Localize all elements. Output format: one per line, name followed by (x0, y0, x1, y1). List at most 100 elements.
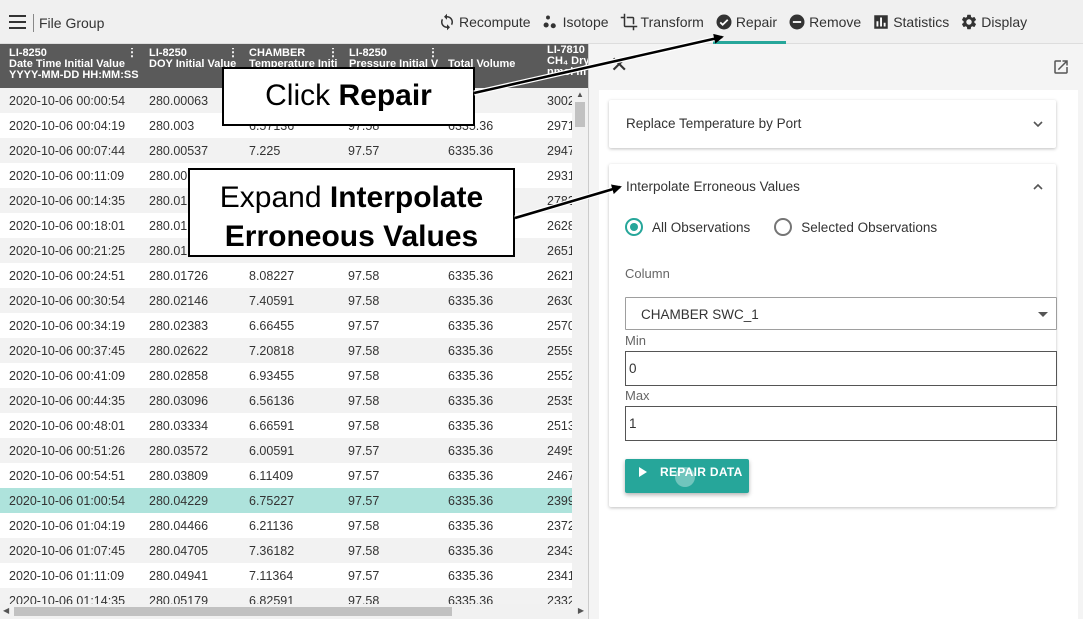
cell-total-volume: 6335.36 (448, 369, 494, 383)
menu-recompute[interactable]: Recompute (436, 0, 540, 44)
top-toolbar: File Group Recompute Isotope Transform R… (0, 0, 1083, 44)
min-label: Min (625, 333, 646, 348)
close-icon[interactable]: ✕ (610, 54, 628, 76)
cell-datetime: 2020-10-06 00:11:09 (9, 169, 125, 183)
cell-pressure: 97.58 (348, 544, 380, 558)
cell-ch4: 2372 (547, 519, 572, 533)
table-row[interactable]: 2020-10-06 01:00:54 280.04229 6.75227 97.57… (0, 488, 572, 513)
cell-pressure: 97.58 (348, 369, 380, 383)
card-replace-temperature[interactable]: Replace Temperature by Port (609, 100, 1056, 148)
cell-datetime: 2020-10-06 00:04:19 (9, 119, 126, 133)
table-row[interactable]: 2020-10-06 00:51:26 280.03572 6.00591 97.57… (0, 438, 572, 463)
table-body: 2020-10-06 00:00:54280.000633630022020-1… (0, 88, 572, 613)
cell-total-volume: 6335.36 (448, 344, 494, 358)
table-row[interactable]: 2020-10-06 00:54:51 280.03809 6.11409 97.57… (0, 463, 572, 488)
refresh-icon (441, 13, 453, 31)
radio-all-observations[interactable] (625, 218, 643, 236)
menu-remove-label: Remove (809, 14, 862, 30)
table-row[interactable]: 2020-10-06 00:44:35 280.03096 6.56136 97.58… (0, 388, 572, 413)
cell-doy: 280.04705 (149, 544, 209, 558)
table-row[interactable]: 2020-10-06 00:24:51 280.01726 8.08227 97.58… (0, 263, 572, 288)
cell-datetime: 2020-10-06 01:04:19 (9, 519, 126, 533)
column-menu-icon[interactable]: ⋮ (126, 48, 138, 58)
menu-isotope[interactable]: Isotope (540, 0, 618, 44)
repair-data-button[interactable]: REPAIR DATA (625, 459, 749, 493)
bar-chart-icon (874, 15, 888, 29)
callout-bold: Repair (338, 79, 432, 112)
cell-total-volume: 6335.36 (448, 319, 494, 333)
main-menu: Recompute Isotope Transform Repair Remov… (436, 0, 1036, 44)
cell-doy: 280.04229 (149, 494, 209, 508)
cell-temperature: 8.08227 (249, 269, 295, 283)
cell-doy: 280.04466 (149, 519, 209, 533)
column-menu-icon[interactable]: ⋮ (427, 48, 439, 58)
max-input[interactable]: 1 (625, 406, 1057, 441)
vertical-scrollbar[interactable]: ▲ ▼ (572, 88, 588, 619)
column-menu-icon[interactable]: ⋮ (227, 48, 239, 58)
hamburger-menu-icon[interactable] (9, 15, 26, 29)
table-row[interactable]: 2020-10-06 00:41:09 280.02858 6.93455 97.58… (0, 363, 572, 388)
table-row[interactable]: 2020-10-06 01:11:09 280.04941 7.11364 97.57… (0, 563, 572, 588)
cell-temperature: 6.75227 (249, 494, 295, 508)
table-row[interactable]: 2020-10-06 01:04:19 280.04466 6.21136 97.58… (0, 513, 572, 538)
cell-total-volume: 6335.36 (448, 294, 494, 308)
radio-all-label: All Observations (652, 219, 751, 235)
cell-temperature: 6.66591 (249, 419, 295, 433)
cell-ch4: 2535 (547, 394, 572, 408)
cell-total-volume: 6335.36 (448, 544, 494, 558)
cell-ch4: 2341 (547, 569, 572, 583)
chevron-up-icon[interactable] (1032, 181, 1044, 193)
cell-total-volume: 6335.36 (448, 469, 494, 483)
table-row[interactable]: 2020-10-06 00:30:54 280.02146 7.40591 97.58… (0, 288, 572, 313)
column-menu-icon[interactable]: ⋮ (327, 48, 339, 58)
card-title[interactable]: Interpolate Erroneous Values (626, 179, 800, 194)
play-icon (639, 467, 647, 477)
open-in-new-icon[interactable] (1052, 58, 1070, 76)
menu-transform[interactable]: Transform (618, 0, 713, 44)
cell-datetime: 2020-10-06 00:54:51 (9, 469, 126, 483)
cell-datetime: 2020-10-06 01:00:54 (9, 494, 126, 508)
cell-doy: 280.02146 (149, 294, 209, 308)
cell-temperature: 6.00591 (249, 444, 295, 458)
isotope-icon (543, 15, 556, 29)
cell-total-volume: 6335.36 (448, 444, 494, 458)
menu-display[interactable]: Display (958, 0, 1036, 44)
table-row[interactable]: 2020-10-06 00:37:45 280.02622 7.20818 97.58… (0, 338, 572, 363)
menu-statistics[interactable]: Statistics (870, 0, 958, 44)
cell-pressure: 97.57 (348, 469, 380, 483)
callout-prefix: Expand (219, 181, 330, 214)
cell-datetime: 2020-10-06 00:51:26 (9, 444, 126, 458)
cell-temperature: 6.66455 (249, 319, 295, 333)
cell-datetime: 2020-10-06 00:07:44 (9, 144, 126, 158)
callout-click-repair: Click Repair (222, 67, 475, 126)
table-row[interactable]: 2020-10-06 00:34:19 280.02383 6.66455 97.57… (0, 313, 572, 338)
horizontal-scrollbar[interactable]: ◀ ▶ (0, 604, 588, 619)
menu-statistics-label: Statistics (893, 14, 950, 30)
menu-transform-label: Transform (640, 14, 704, 30)
min-input[interactable]: 0 (625, 351, 1057, 386)
cell-datetime: 2020-10-06 00:18:01 (9, 219, 126, 233)
cell-total-volume: 6335.36 (448, 144, 494, 158)
toolbar-divider (33, 14, 34, 32)
cell-datetime: 2020-10-06 01:11:09 (9, 569, 125, 583)
scrollbar-thumb[interactable] (575, 102, 585, 127)
column-header-ch4[interactable]: LI-7810 CH₄ Dry nmol m (547, 45, 588, 83)
scrollbar-thumb[interactable] (14, 607, 452, 616)
table-row[interactable]: 2020-10-06 00:48:01 280.03334 6.66591 97.58… (0, 413, 572, 438)
menu-repair[interactable]: Repair (712, 0, 787, 44)
repair-panel: ✕ Replace Temperature by Port Interpolat… (588, 44, 1083, 619)
column-select[interactable]: CHAMBER SWC_1 (625, 297, 1057, 330)
cell-pressure: 97.58 (348, 294, 380, 308)
scroll-right-icon[interactable]: ▶ (578, 606, 584, 615)
table-row[interactable]: 2020-10-06 01:07:45 280.04705 7.36182 97.58… (0, 538, 572, 563)
radio-selected-observations[interactable] (774, 218, 793, 236)
cell-temperature: 6.93455 (249, 369, 295, 383)
menu-remove[interactable]: Remove (786, 0, 870, 44)
scroll-left-icon[interactable]: ◀ (3, 606, 9, 615)
chevron-down-icon[interactable] (1032, 118, 1044, 130)
column-header-datetime[interactable]: LI-8250 Date Time Initial Value YYYY-MM-… (9, 48, 140, 86)
table-row[interactable]: 2020-10-06 00:07:44 280.00537 7.225 97.57 63… (0, 138, 572, 163)
callout-bold: Erroneous Values (224, 220, 479, 253)
scroll-up-icon[interactable]: ▲ (576, 90, 584, 99)
cell-ch4: 2628 (547, 219, 572, 233)
